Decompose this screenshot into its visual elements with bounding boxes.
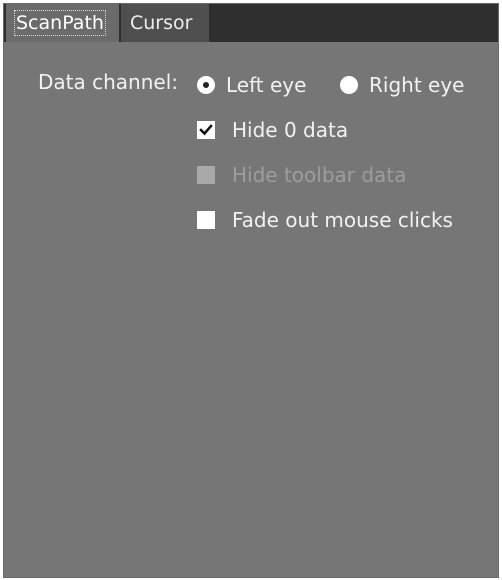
- fade-out-mouse-clicks-label: Fade out mouse clicks: [232, 208, 453, 232]
- left-eye-label: Left eye: [226, 73, 307, 97]
- left-eye-radio[interactable]: Left eye: [197, 72, 306, 98]
- tab-cursor-label: Cursor: [130, 12, 193, 34]
- checkmark-icon: [197, 121, 215, 139]
- hide-zero-data-label: Hide 0 data: [232, 118, 349, 142]
- tab-strip: ScanPath Cursor: [4, 4, 498, 42]
- tab-scanpath[interactable]: ScanPath: [6, 4, 119, 42]
- hide-toolbar-data-checkbox: Hide toolbar data: [197, 162, 406, 188]
- unchecked-box-icon: [197, 166, 215, 184]
- checkmark-icon-glyph: [199, 124, 213, 136]
- fade-out-mouse-clicks-checkbox[interactable]: Fade out mouse clicks: [197, 207, 453, 233]
- hide-toolbar-data-label: Hide toolbar data: [232, 163, 407, 187]
- tab-cursor[interactable]: Cursor: [121, 4, 209, 42]
- scanpath-settings-panel: Data channel: Left eye Right eye Hide 0 …: [4, 42, 498, 577]
- hide-zero-data-checkbox[interactable]: Hide 0 data: [197, 117, 348, 143]
- right-eye-label: Right eye: [369, 73, 465, 97]
- radio-selected-dot: [203, 82, 209, 88]
- radio-selected-icon: [197, 76, 215, 94]
- tab-scanpath-label: ScanPath: [14, 10, 106, 36]
- scanpath-settings-window: ScanPath Cursor Data channel: Left eye R…: [3, 3, 499, 578]
- radio-unselected-icon: [340, 76, 358, 94]
- right-eye-radio[interactable]: Right eye: [340, 72, 464, 98]
- data-channel-label: Data channel:: [38, 70, 178, 94]
- unchecked-box-icon: [197, 211, 215, 229]
